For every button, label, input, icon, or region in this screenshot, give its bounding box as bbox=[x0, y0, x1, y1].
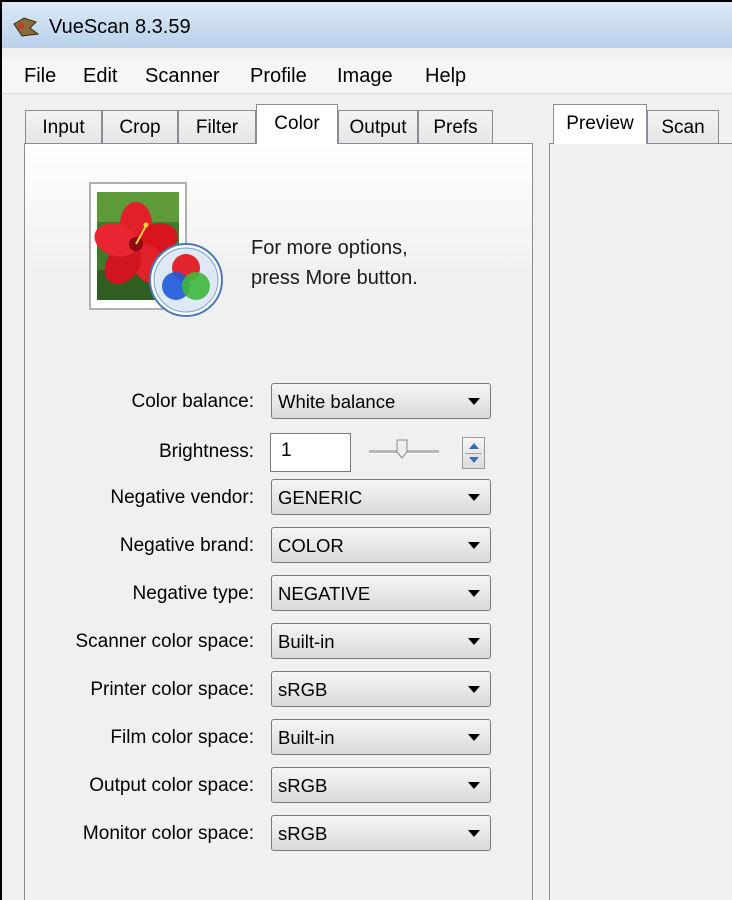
menu-scanner[interactable]: Scanner bbox=[145, 65, 220, 88]
chevron-down-icon bbox=[468, 734, 480, 741]
brightness-slider-thumb[interactable] bbox=[396, 439, 408, 459]
brightness-label: Brightness: bbox=[158, 441, 254, 462]
scanner-color-space-select[interactable]: Built-in bbox=[271, 623, 491, 659]
film-color-space-select[interactable]: Built-in bbox=[271, 719, 491, 755]
negative-vendor-value: GENERIC bbox=[278, 487, 363, 508]
spin-down-icon[interactable] bbox=[469, 457, 479, 463]
tab-preview[interactable]: Preview bbox=[553, 104, 647, 144]
chevron-down-icon bbox=[468, 782, 480, 789]
tab-color[interactable]: Color bbox=[256, 104, 338, 144]
menu-bar: File Edit Scanner Profile Image Help bbox=[2, 59, 732, 94]
negative-vendor-label: Negative vendor: bbox=[110, 487, 254, 508]
tab-output[interactable]: Output bbox=[338, 110, 418, 144]
vuescan-app-icon bbox=[13, 17, 40, 37]
menu-profile[interactable]: Profile bbox=[250, 65, 307, 88]
spin-up-icon[interactable] bbox=[469, 443, 479, 449]
color-balance-select[interactable]: White balance bbox=[271, 383, 491, 419]
preview-panel bbox=[549, 143, 732, 900]
menu-edit[interactable]: Edit bbox=[83, 65, 117, 88]
monitor-color-space-label: Monitor color space: bbox=[82, 823, 254, 844]
menu-image[interactable]: Image bbox=[337, 65, 393, 88]
tab-scan[interactable]: Scan bbox=[647, 110, 719, 144]
negative-brand-select[interactable]: COLOR bbox=[271, 527, 491, 563]
chevron-down-icon bbox=[468, 494, 480, 501]
tab-input[interactable]: Input bbox=[25, 110, 102, 144]
chevron-down-icon bbox=[468, 686, 480, 693]
chevron-down-icon bbox=[468, 638, 480, 645]
chevron-down-icon bbox=[468, 590, 480, 597]
tab-crop[interactable]: Crop bbox=[102, 110, 178, 144]
chevron-down-icon bbox=[468, 398, 480, 405]
menu-file[interactable]: File bbox=[24, 65, 56, 88]
film-color-space-value: Built-in bbox=[278, 727, 335, 748]
color-balance-label: Color balance: bbox=[131, 391, 254, 412]
monitor-color-space-value: sRGB bbox=[278, 823, 328, 844]
printer-color-space-select[interactable]: sRGB bbox=[271, 671, 491, 707]
menu-help[interactable]: Help bbox=[425, 65, 466, 88]
scanner-color-space-label: Scanner color space: bbox=[75, 631, 255, 652]
film-color-space-label: Film color space: bbox=[110, 727, 254, 748]
output-color-space-label: Output color space: bbox=[89, 775, 254, 796]
negative-type-select[interactable]: NEGATIVE bbox=[271, 575, 491, 611]
color-flower-icon bbox=[89, 182, 223, 317]
printer-color-space-value: sRGB bbox=[278, 679, 328, 700]
negative-brand-label: Negative brand: bbox=[119, 535, 254, 556]
brightness-spinner-icon[interactable] bbox=[462, 437, 485, 469]
negative-vendor-select[interactable]: GENERIC bbox=[271, 479, 491, 515]
color-balance-value: White balance bbox=[278, 391, 396, 412]
output-color-space-value: sRGB bbox=[278, 775, 328, 796]
chevron-down-icon bbox=[468, 830, 480, 837]
info-message: For more options, press More button. bbox=[251, 237, 418, 289]
title-bar: VueScan 8.3.59 bbox=[2, 2, 732, 48]
printer-color-space-label: Printer color space: bbox=[90, 679, 254, 700]
output-color-space-select[interactable]: sRGB bbox=[271, 767, 491, 803]
negative-brand-value: COLOR bbox=[278, 535, 344, 556]
spinner-divider bbox=[465, 453, 482, 454]
window-title: VueScan 8.3.59 bbox=[49, 16, 191, 38]
tab-prefs[interactable]: Prefs bbox=[418, 110, 493, 144]
scanner-color-space-value: Built-in bbox=[278, 631, 335, 652]
negative-type-label: Negative type: bbox=[132, 583, 254, 604]
chevron-down-icon bbox=[468, 542, 480, 549]
negative-type-value: NEGATIVE bbox=[278, 583, 371, 604]
tab-filter[interactable]: Filter bbox=[178, 110, 256, 144]
brightness-input[interactable]: 1 bbox=[270, 433, 351, 472]
vuescan-window: VueScan 8.3.59 File Edit Scanner Profile… bbox=[0, 0, 732, 900]
monitor-color-space-select[interactable]: sRGB bbox=[271, 815, 491, 851]
